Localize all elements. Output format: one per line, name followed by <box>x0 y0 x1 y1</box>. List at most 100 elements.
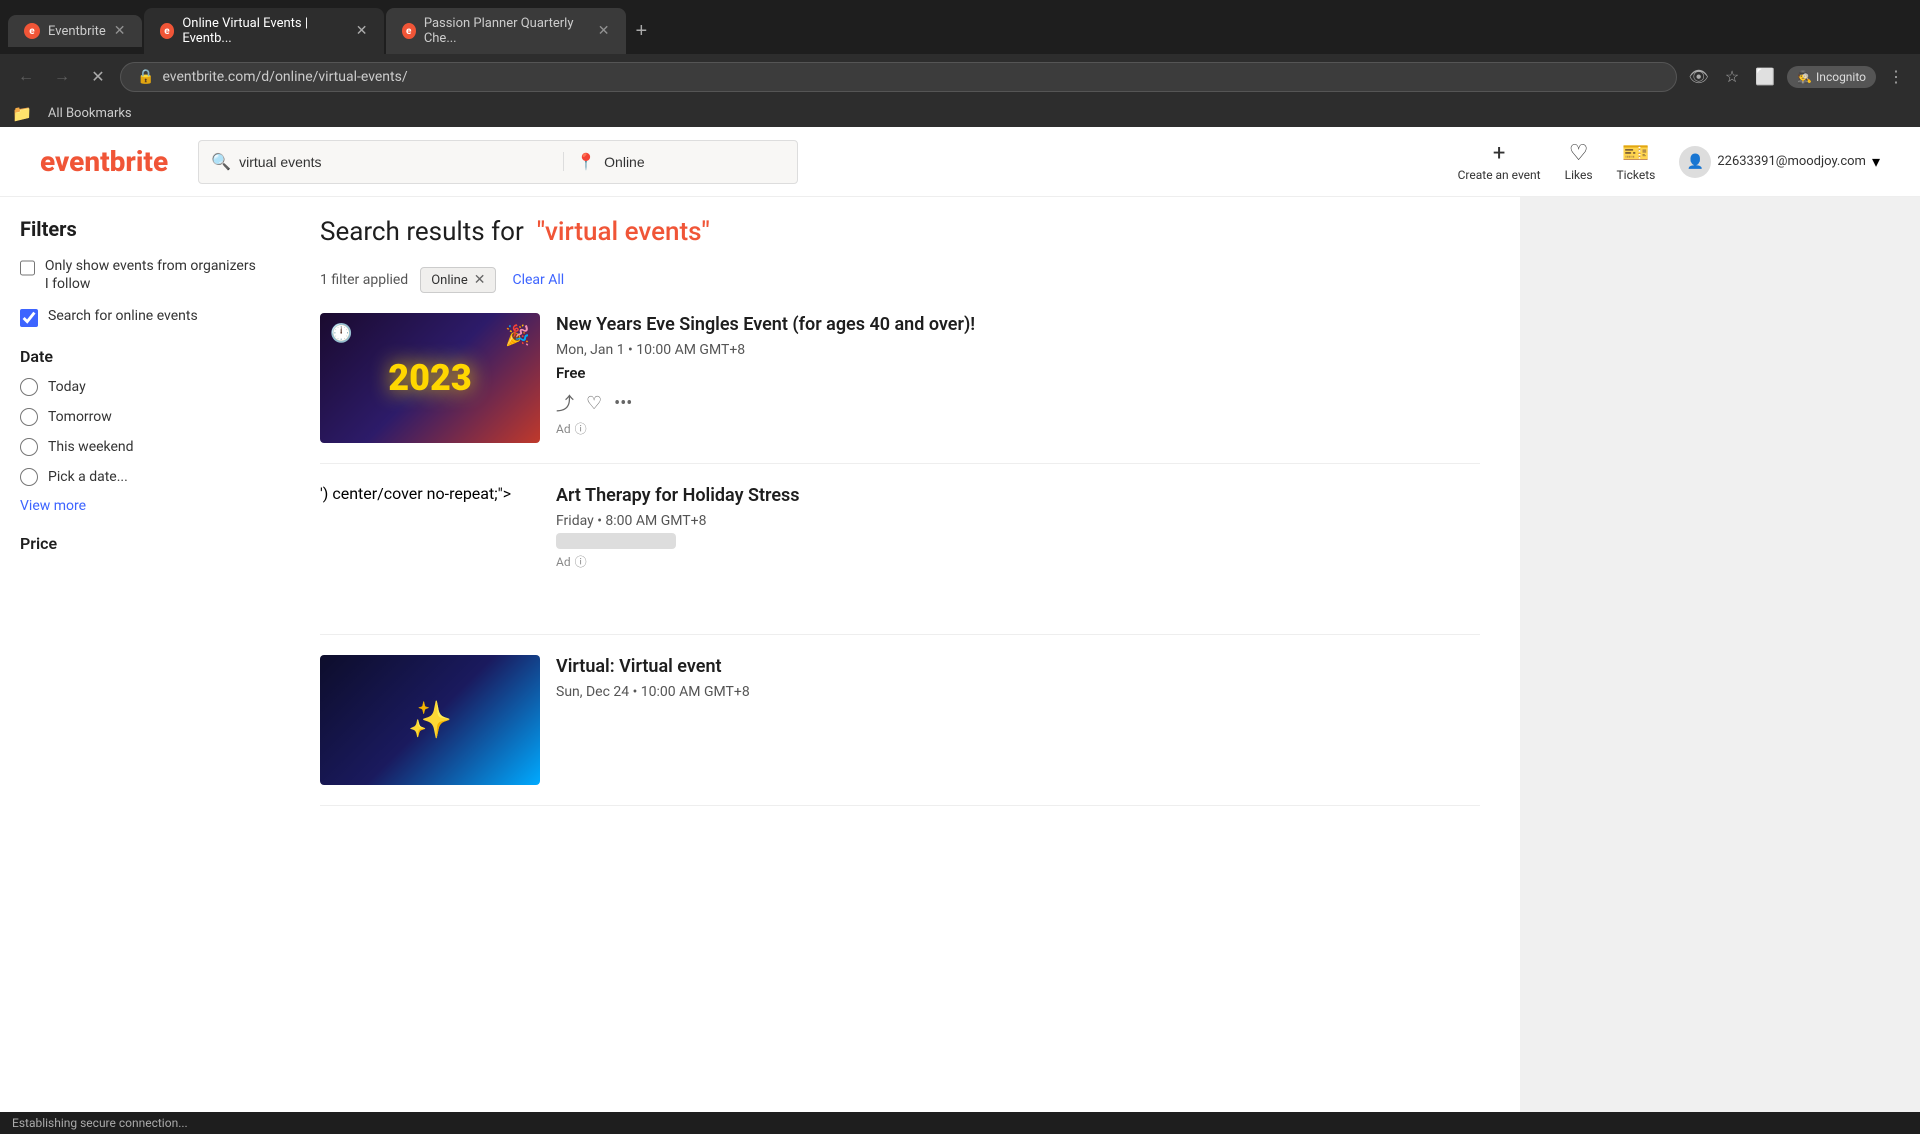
event-image-1: 🕛 2023 🎉 <box>320 313 540 443</box>
search-input-wrapper: 🔍 <box>199 152 564 171</box>
all-bookmarks[interactable]: All Bookmarks <box>40 104 140 123</box>
tab-close-2[interactable]: ✕ <box>356 23 368 39</box>
date-pick[interactable]: Pick a date... <box>20 468 260 486</box>
user-email: 22633391@moodjoy.com <box>1717 154 1866 169</box>
online-filter-tag[interactable]: Online ✕ <box>420 267 496 293</box>
tickets-label: Tickets <box>1617 168 1656 182</box>
bookmark-bar: 📁 All Bookmarks <box>0 100 1920 127</box>
organizer-checkbox-label: Only show events from organizers I follo… <box>45 257 260 293</box>
date-this-weekend[interactable]: This weekend <box>20 438 260 456</box>
filters-bar: 1 filter applied Online ✕ Clear All <box>320 267 1480 293</box>
header: eventbrite 🔍 📍 + Create an event ♡ Likes <box>0 127 1920 197</box>
ad-text-2: Ad <box>556 555 571 569</box>
filters-title: Filters <box>20 217 260 241</box>
ad-info-icon-1[interactable]: ⓘ <box>575 420 587 437</box>
event-card-1: 🕛 2023 🎉 New Years Eve Singles Event (fo… <box>320 313 1480 464</box>
tomorrow-radio[interactable] <box>20 408 38 426</box>
search-title-prefix: Search results for <box>320 217 524 247</box>
back-button[interactable]: ← <box>12 63 40 91</box>
event-date-2: Friday • 8:00 AM GMT+8 <box>556 513 1480 529</box>
forward-button[interactable]: → <box>48 63 76 91</box>
tomorrow-label: Tomorrow <box>48 409 112 425</box>
tickets-button[interactable]: 🎫 Tickets <box>1617 141 1656 182</box>
url-text: eventbrite.com/d/online/virtual-events/ <box>162 69 407 85</box>
lock-icon: 🔒 <box>137 69 154 85</box>
date-tomorrow[interactable]: Tomorrow <box>20 408 260 426</box>
search-icon: 🔍 <box>211 152 231 171</box>
weekend-radio[interactable] <box>20 438 38 456</box>
star-decoration: ✨ <box>408 699 453 741</box>
decorations-icon: 🎉 <box>505 323 530 347</box>
today-radio[interactable] <box>20 378 38 396</box>
tab-label-1: Eventbrite <box>48 24 106 39</box>
event-info-3: Virtual: Virtual event Sun, Dec 24 • 10:… <box>556 655 1480 785</box>
chevron-down-icon: ▾ <box>1872 152 1880 171</box>
browser-tab-3[interactable]: e Passion Planner Quarterly Che... ✕ <box>386 8 626 54</box>
clear-all-link[interactable]: Clear All <box>512 272 564 288</box>
tab-close-3[interactable]: ✕ <box>598 23 610 39</box>
view-more-link[interactable]: View more <box>20 498 260 514</box>
price-placeholder-2 <box>556 533 676 549</box>
profile-icon[interactable]: ⬜ <box>1751 63 1779 91</box>
search-bar: 🔍 📍 <box>198 140 798 184</box>
event-title-3[interactable]: Virtual: Virtual event <box>556 655 1480 678</box>
logo-text: eventbrite <box>40 145 168 178</box>
more-icon-1[interactable]: ••• <box>614 393 632 414</box>
create-event-label: Create an event <box>1458 168 1541 182</box>
browser-chrome: e Eventbrite ✕ e Online Virtual Events |… <box>0 0 1920 127</box>
online-checkbox-input[interactable] <box>20 309 38 327</box>
share-icon-1[interactable]: ⤴ <box>556 390 574 416</box>
likes-label: Likes <box>1565 168 1593 182</box>
event-title-2[interactable]: Art Therapy for Holiday Stress <box>556 484 1480 507</box>
event-info-1: New Years Eve Singles Event (for ages 40… <box>556 313 1480 443</box>
create-event-button[interactable]: + Create an event <box>1458 141 1541 182</box>
filter-count: 1 filter applied <box>320 272 408 288</box>
status-bar: Establishing secure connection... <box>0 1112 1920 1134</box>
event-image-3: ✨ <box>320 655 540 785</box>
search-input[interactable] <box>239 154 551 170</box>
eye-off-icon[interactable]: 👁 <box>1685 63 1713 91</box>
today-label: Today <box>48 379 86 395</box>
reload-button[interactable]: ✕ <box>84 63 112 91</box>
clock-icon: 🕛 <box>330 323 352 344</box>
ad-info-icon-2[interactable]: ⓘ <box>575 553 587 570</box>
tab-close-1[interactable]: ✕ <box>114 23 126 39</box>
event-title-1[interactable]: New Years Eve Singles Event (for ages 40… <box>556 313 1480 336</box>
browser-tab-2[interactable]: e Online Virtual Events | Eventb... ✕ <box>144 8 384 54</box>
organizer-filter-checkbox[interactable]: Only show events from organizers I follo… <box>20 257 260 293</box>
location-input[interactable] <box>604 154 785 170</box>
like-icon-1[interactable]: ♡ <box>586 393 602 414</box>
tab-favicon-2: e <box>160 23 175 39</box>
organizer-checkbox-input[interactable] <box>20 259 35 277</box>
header-actions: + Create an event ♡ Likes 🎫 Tickets 👤 22… <box>1458 141 1880 182</box>
menu-button[interactable]: ⋮ <box>1884 63 1908 91</box>
location-icon: 📍 <box>576 152 596 171</box>
likes-button[interactable]: ♡ Likes <box>1565 141 1593 182</box>
tab-favicon-3: e <box>402 23 416 39</box>
star-icon[interactable]: ☆ <box>1721 63 1743 91</box>
event-date-1: Mon, Jan 1 • 10:00 AM GMT+8 <box>556 342 1480 358</box>
new-tab-button[interactable]: + <box>628 16 656 47</box>
ticket-icon: 🎫 <box>1622 141 1649 166</box>
tab-label-3: Passion Planner Quarterly Che... <box>424 16 590 46</box>
incognito-label: Incognito <box>1816 70 1866 84</box>
online-filter-checkbox[interactable]: Search for online events <box>20 307 260 327</box>
browser-nav: ← → ✕ 🔒 eventbrite.com/d/online/virtual-… <box>0 54 1920 100</box>
main-content: Filters Only show events from organizers… <box>0 197 1920 1112</box>
date-today[interactable]: Today <box>20 378 260 396</box>
ad-text-1: Ad <box>556 422 571 436</box>
sidebar: Filters Only show events from organizers… <box>0 197 280 1112</box>
logo[interactable]: eventbrite <box>40 145 168 178</box>
browser-tab-1[interactable]: e Eventbrite ✕ <box>8 15 142 47</box>
eventbrite-app: eventbrite 🔍 📍 + Create an event ♡ Likes <box>0 127 1920 1112</box>
online-checkbox-label: Search for online events <box>48 307 198 325</box>
heart-icon: ♡ <box>1569 141 1589 166</box>
address-bar[interactable]: 🔒 eventbrite.com/d/online/virtual-events… <box>120 62 1677 92</box>
remove-filter-icon[interactable]: ✕ <box>474 272 486 288</box>
pick-date-label: Pick a date... <box>48 469 128 485</box>
pick-date-radio[interactable] <box>20 468 38 486</box>
user-avatar: 👤 <box>1679 146 1711 178</box>
user-menu[interactable]: 👤 22633391@moodjoy.com ▾ <box>1679 146 1880 178</box>
browser-tabs: e Eventbrite ✕ e Online Virtual Events |… <box>0 0 1920 54</box>
event-price-1: Free <box>556 364 1480 382</box>
